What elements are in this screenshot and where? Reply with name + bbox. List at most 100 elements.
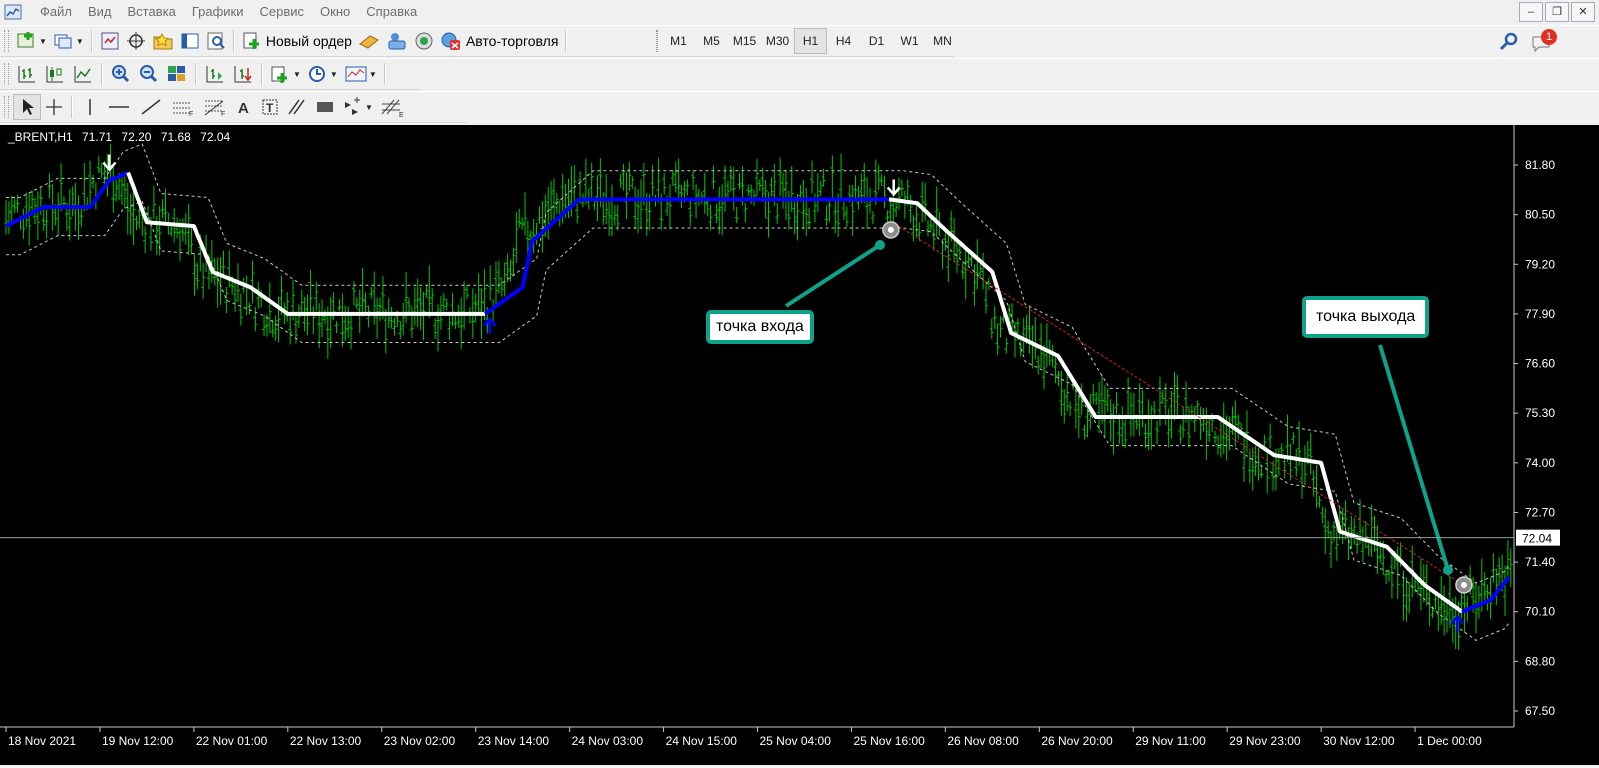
terminal-button[interactable] [177,28,203,54]
horizontal-line-button[interactable] [103,94,135,120]
exit-callout-dot [1443,565,1453,575]
profiles-button[interactable]: ▼ [50,28,87,54]
parallel-lines-icon [288,99,305,115]
price-tick-label: 76.60 [1525,357,1555,371]
ohlc-high: 72.20 [121,130,152,144]
line-chart-button[interactable] [69,61,97,87]
zoom-out-icon [140,65,158,83]
menu-item-3[interactable]: Графики [184,0,252,24]
fibonacci-button[interactable]: F [199,94,231,120]
candlestick-icon [46,66,63,83]
vertical-line-icon [89,99,91,115]
candlestick-button[interactable] [41,61,69,87]
market-watch-icon [101,32,119,50]
vertical-line-button[interactable] [77,94,103,120]
equidistant-channel-button[interactable]: F [167,94,199,120]
svg-text:F: F [189,111,193,117]
entry-marker-icon [882,221,900,239]
menu-item-6[interactable]: Справка [358,0,425,24]
menu-item-1[interactable]: Вид [80,0,120,24]
elliott-button[interactable]: E [376,94,408,120]
timeframe-m5-button[interactable]: M5 [695,28,728,54]
rectangle-button[interactable] [311,94,339,120]
timeframe-m15-button[interactable]: M15 [728,28,761,54]
market-watch-button[interactable] [97,28,123,54]
toolbar-row2-right [422,58,1599,89]
exit-marker-icon [1455,576,1473,594]
price-tick-label: 70.10 [1525,605,1555,619]
autoscroll-button[interactable] [229,61,257,87]
trendline-button[interactable] [135,94,167,120]
price-chart[interactable]: 81.80 80.50 79.20 77.90 76.60 75.30 74.00 72.70… [0,125,1599,765]
fibonacci-icon: F [204,100,225,117]
chart-shift-button[interactable] [201,61,229,87]
search-icon[interactable] [1498,31,1520,53]
templates-button[interactable]: ▼ [341,61,380,87]
price-tick-label: 81.80 [1525,158,1555,172]
autotrading-button[interactable]: Авто-торговля [437,28,561,54]
chart-window[interactable]: 81.80 80.50 79.20 77.90 76.60 75.30 74.00 72.70… [0,125,1599,765]
text-label-button[interactable]: T [257,94,283,120]
minimize-button[interactable]: – [1519,2,1543,22]
time-tick-label: 30 Nov 12:00 [1323,734,1395,748]
time-tick-label: 29 Nov 11:00 [1135,734,1206,748]
timeframe-m1-button[interactable]: M1 [662,28,695,54]
notification-badge[interactable]: 1 [1541,29,1557,45]
ohlc-open: 71.71 [82,130,113,144]
cursor-icon [23,99,34,115]
price-tick-label: 72.70 [1525,505,1555,519]
menu-item-4[interactable]: Сервис [252,0,313,24]
price-tick-label: 67.50 [1525,704,1555,718]
timeframe-h4-button[interactable]: H4 [827,28,860,54]
rectangle-icon [317,102,333,112]
timeframe-h1-button[interactable]: H1 [794,28,827,54]
tile-windows-button[interactable] [163,61,191,87]
zoom-out-button[interactable] [135,61,163,87]
menu-item-0[interactable]: Файл [32,0,80,24]
signal-icon [415,32,433,50]
price-tick-label: 75.30 [1525,406,1555,420]
arrows-button[interactable]: ▼ [339,94,376,120]
entry-callout: точка входа [706,310,814,344]
new-order-label: Новый ордер [265,33,352,49]
menu-item-2[interactable]: Вставка [120,0,184,24]
navigator-button[interactable] [149,28,177,54]
indicators-button[interactable]: ▼ [267,61,304,87]
restore-button[interactable]: ❐ [1545,2,1569,22]
magnifier-icon [207,32,225,50]
gann-button[interactable] [283,94,311,120]
elliott-grid-icon: E [381,99,404,117]
timeframe-w1-button[interactable]: W1 [893,28,926,54]
profiles-icon [54,34,72,49]
new-chart-button[interactable]: ▼ [13,28,50,54]
mail-button[interactable] [383,28,411,54]
line-studies-toolbar: F F A T ▼ E [0,91,466,123]
close-button[interactable]: ✕ [1571,2,1595,22]
channel-icon: F [173,102,193,117]
new-chart-icon [17,32,34,48]
time-tick-label: 1 Dec 00:00 [1417,734,1482,748]
bar-chart-button[interactable] [13,61,41,87]
symbol-info: _BRENT,H1 71.71 72.20 71.68 72.04 [8,130,236,144]
timeframe-d1-button[interactable]: D1 [860,28,893,54]
price-tick-label: 80.50 [1525,208,1555,222]
app-icon[interactable] [4,3,22,21]
periods-button[interactable]: ▼ [304,61,341,87]
metaeditor-button[interactable] [355,28,383,54]
text-button[interactable]: A [231,94,257,120]
exit-callout: точка выхода [1302,296,1430,338]
entry-callout-dot [875,240,885,250]
crosshair-icon [126,32,145,50]
timeframe-m30-button[interactable]: M30 [761,28,794,54]
crosshair-button[interactable] [41,94,67,120]
svg-text:F: F [221,111,225,117]
menu-item-5[interactable]: Окно [312,0,358,24]
data-window-button[interactable] [123,28,149,54]
new-order-button[interactable]: Новый ордер [239,28,355,54]
zoom-in-button[interactable] [107,61,135,87]
cursor-button[interactable] [13,94,41,120]
horizontal-line-icon [109,106,129,108]
ohlc-close: 72.04 [200,130,231,144]
signals-button[interactable] [411,28,437,54]
strategy-tester-button[interactable] [203,28,229,54]
